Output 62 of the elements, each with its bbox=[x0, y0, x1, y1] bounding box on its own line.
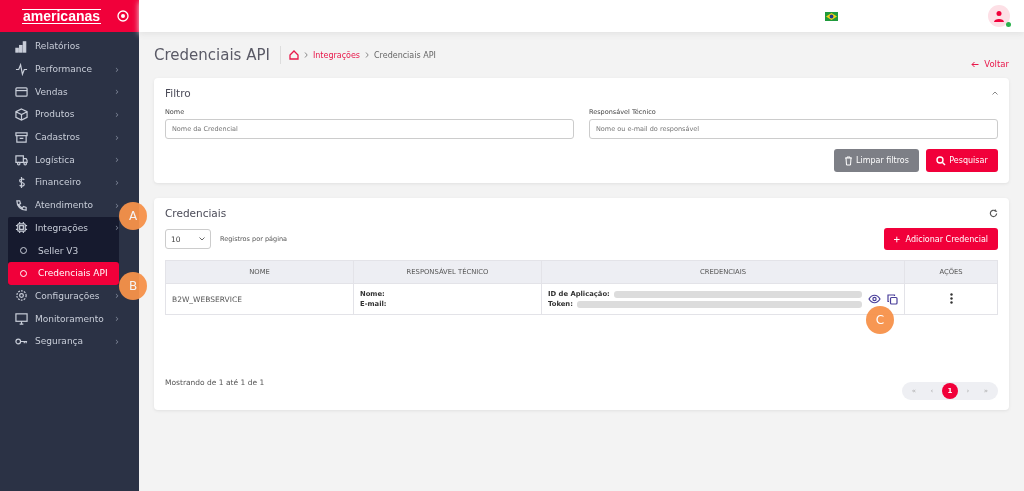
sidebar-item[interactable]: Segurança › bbox=[15, 329, 119, 353]
pulse-icon bbox=[15, 62, 28, 76]
back-link[interactable]: Voltar bbox=[971, 59, 1009, 69]
clear-filters-button[interactable]: Limpar filtros bbox=[834, 149, 919, 172]
more-icon[interactable] bbox=[949, 292, 953, 304]
card-icon bbox=[15, 85, 28, 99]
chevron-icon: › bbox=[115, 199, 119, 211]
sidebar-item[interactable]: Cadastros › bbox=[15, 125, 119, 149]
sidebar-item[interactable]: Atendimento › bbox=[15, 193, 119, 217]
chevron-icon: › bbox=[115, 335, 119, 347]
add-credential-button[interactable]: Adicionar Credencial bbox=[884, 228, 998, 250]
archive-icon bbox=[15, 130, 28, 144]
search-button[interactable]: Pesquisar bbox=[926, 149, 998, 172]
plus-icon bbox=[894, 235, 900, 243]
chevron-icon: › bbox=[115, 222, 119, 234]
chevron-icon: › bbox=[115, 176, 119, 188]
box-icon bbox=[15, 107, 28, 121]
callout-marker: A bbox=[119, 202, 147, 230]
search-icon bbox=[936, 155, 947, 166]
card-title: Credenciais bbox=[165, 207, 227, 219]
breadcrumb-item[interactable]: Integrações bbox=[312, 50, 361, 60]
sidebar-item[interactable]: Vendas › bbox=[15, 80, 119, 104]
phone-icon bbox=[15, 198, 28, 212]
brazil-flag-icon[interactable] bbox=[825, 11, 838, 21]
caret-icon bbox=[199, 237, 205, 241]
chevron-icon: › bbox=[115, 86, 119, 98]
chip-icon bbox=[15, 221, 28, 235]
toggle-icon[interactable] bbox=[117, 10, 129, 22]
chevron-icon: › bbox=[115, 313, 119, 325]
truck-icon bbox=[15, 153, 28, 167]
submenu-item[interactable]: Seller V3 bbox=[8, 239, 119, 262]
sidebar-item[interactable]: Configurações › bbox=[15, 284, 119, 308]
sidebar-item[interactable]: Logística › bbox=[15, 148, 119, 172]
chevron-icon: › bbox=[115, 63, 119, 75]
chart-icon bbox=[15, 39, 28, 53]
arrow-left-icon bbox=[971, 60, 980, 68]
copy-icon[interactable] bbox=[887, 293, 898, 305]
card-title: Filtro bbox=[165, 87, 191, 99]
eye-icon[interactable] bbox=[868, 294, 881, 304]
monitor-icon bbox=[15, 312, 28, 326]
home-icon[interactable] bbox=[288, 50, 299, 60]
trash-icon bbox=[844, 155, 854, 166]
chevron-icon bbox=[365, 52, 370, 58]
sidebar-item[interactable]: Produtos › bbox=[15, 103, 119, 126]
chevron-icon: › bbox=[115, 108, 119, 120]
callout-marker: B bbox=[119, 272, 147, 300]
sidebar-item[interactable]: Performance › bbox=[15, 57, 119, 81]
sidebar-item[interactable]: Integrações › bbox=[8, 216, 119, 240]
submenu-item[interactable]: Credenciais API bbox=[8, 261, 119, 285]
breadcrumb-item[interactable]: Credenciais API bbox=[374, 50, 436, 60]
chevron-icon: › bbox=[115, 290, 119, 302]
refresh-icon[interactable] bbox=[989, 208, 998, 218]
gear-icon bbox=[15, 289, 28, 303]
sidebar-item[interactable]: Monitoramento › bbox=[15, 307, 119, 330]
collapse-icon[interactable] bbox=[992, 91, 998, 95]
sidebar-item[interactable]: Financeiro › bbox=[15, 171, 119, 194]
user-avatar[interactable] bbox=[988, 5, 1010, 27]
sidebar-item[interactable]: Relatórios bbox=[15, 35, 119, 58]
page-title: Credenciais API bbox=[154, 46, 281, 64]
chevron-icon: › bbox=[115, 154, 119, 166]
chevron-icon bbox=[303, 52, 308, 58]
chevron-icon: › bbox=[115, 131, 119, 143]
